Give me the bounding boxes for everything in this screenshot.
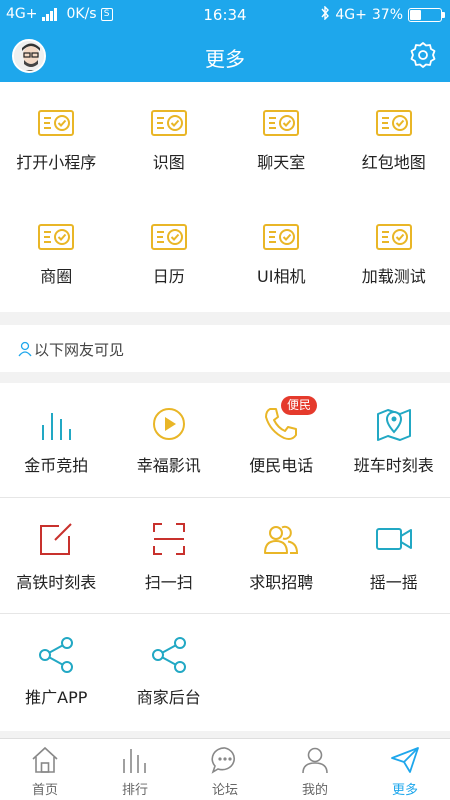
- grid-item-label: 高铁时刻表: [16, 573, 97, 592]
- status-right: 4G+ 37%: [320, 5, 445, 24]
- visibility-note: 以下网友可见: [0, 325, 450, 372]
- video-camera-icon: [375, 528, 412, 550]
- chat-bubble-icon: [211, 747, 235, 774]
- share-icon: [151, 637, 186, 673]
- bottom-tab-bar: 首页 排行 论坛 我的 更多: [0, 738, 450, 800]
- grid-item-label: 推广APP: [25, 688, 88, 707]
- grid-item-red-packet-map[interactable]: 红包地图: [338, 82, 450, 197]
- grid-item-label: 求职招聘: [249, 573, 314, 592]
- paper-plane-icon: [391, 747, 419, 773]
- grid-item-label: 班车时刻表: [353, 456, 434, 475]
- tab-more[interactable]: 更多: [360, 739, 450, 800]
- battery-level: [410, 10, 421, 20]
- bars-icon: [123, 749, 146, 773]
- scan-icon: [152, 523, 185, 555]
- grid-item-train-schedule[interactable]: 高铁时刻表: [0, 498, 113, 613]
- tab-home[interactable]: 首页: [0, 739, 90, 800]
- ticket-check-icon: [263, 224, 299, 250]
- edit-square-icon: [40, 523, 72, 555]
- services-grid: 金币竞拍 幸福影讯 便民电话 班车时刻表 高铁时刻表 扫一扫 求职招聘 摇一摇 …: [0, 383, 450, 731]
- tab-label: 首页: [31, 783, 58, 798]
- grid-item-label: 红包地图: [361, 153, 426, 172]
- grid-item-shuttle-schedule[interactable]: 班车时刻表: [338, 383, 450, 497]
- ticket-check-icon: [375, 224, 412, 250]
- convenience-badge: 便民: [281, 396, 318, 415]
- ticket-check-icon: [375, 110, 412, 136]
- tab-label: 我的: [301, 783, 328, 798]
- tab-label: 排行: [121, 783, 148, 798]
- tab-forum[interactable]: 论坛: [180, 739, 270, 800]
- status-bar: 4G+ 0K/s S 16:34 4G+ 37%: [0, 0, 450, 30]
- grid-item-label: UI相机: [257, 267, 306, 286]
- visibility-note-text: 以下网友可见: [34, 341, 125, 359]
- grid-item-merchant-backend[interactable]: 商家后台: [113, 614, 226, 731]
- grid-item-label: 加载测试: [361, 267, 426, 286]
- grid-item-label: 便民电话: [249, 456, 314, 475]
- grid-item-label: 识图: [152, 153, 185, 172]
- ticket-check-icon: [38, 224, 74, 250]
- grid-item-scan[interactable]: 扫一扫: [113, 498, 226, 613]
- share-icon: [39, 637, 73, 673]
- page-title: 更多: [205, 47, 245, 71]
- ticket-check-icon: [263, 110, 299, 136]
- app-header: 更多: [0, 30, 450, 82]
- ticket-check-icon: [150, 224, 187, 250]
- grid-item-label: 商圈: [40, 267, 73, 286]
- user-outline-icon: [18, 341, 32, 357]
- battery-percent: 37%: [371, 7, 403, 23]
- tab-label: 论坛: [211, 783, 238, 798]
- tab-label: 更多: [391, 783, 418, 798]
- grid-item-chat-room[interactable]: 聊天室: [225, 82, 338, 197]
- grid-item-mini-program[interactable]: 打开小程序: [0, 82, 113, 197]
- user-icon: [302, 747, 328, 774]
- grid-item-promote-app[interactable]: 推广APP: [0, 614, 113, 731]
- map-pin-icon: [376, 409, 411, 441]
- grid-item-label: 日历: [152, 267, 185, 286]
- gear-icon[interactable]: [408, 40, 438, 70]
- play-circle-icon: [152, 408, 185, 440]
- bluetooth-icon: [320, 5, 330, 24]
- bar-chart-icon: [42, 413, 71, 440]
- grid-item-calendar[interactable]: 日历: [113, 197, 226, 312]
- grid-item-label: 聊天室: [257, 153, 306, 172]
- people-icon: [264, 525, 299, 554]
- home-icon: [32, 746, 58, 773]
- grid-item-label: 摇一摇: [369, 573, 418, 592]
- grid-item-business-district[interactable]: 商圈: [0, 197, 113, 312]
- tools-grid: 打开小程序 识图 聊天室 红包地图 商圈 日历 UI相机 加载测试: [0, 82, 450, 312]
- grid-item-label: 扫一扫: [144, 573, 193, 592]
- grid-item-label: 金币竞拍: [24, 456, 89, 475]
- grid-item-label: 商家后台: [136, 688, 201, 707]
- battery-icon: [408, 8, 445, 22]
- grid-item-shake[interactable]: 摇一摇: [338, 498, 450, 613]
- tab-mine[interactable]: 我的: [270, 739, 360, 800]
- grid-item-label: 幸福影讯: [136, 456, 201, 475]
- grid-item-gold-auction[interactable]: 金币竞拍: [0, 383, 113, 497]
- ticket-check-icon: [38, 110, 74, 136]
- grid-item-job-recruit[interactable]: 求职招聘: [225, 498, 338, 613]
- grid-item-recognize-image[interactable]: 识图: [113, 82, 226, 197]
- grid-item-load-test[interactable]: 加载测试: [338, 197, 450, 312]
- tab-ranking[interactable]: 排行: [90, 739, 180, 800]
- grid-item-label: 打开小程序: [16, 153, 97, 172]
- grid-item-ui-camera[interactable]: UI相机: [225, 197, 338, 312]
- network-type-right: 4G+: [335, 7, 367, 23]
- grid-item-movie-news[interactable]: 幸福影讯: [113, 383, 226, 497]
- ticket-check-icon: [150, 110, 187, 136]
